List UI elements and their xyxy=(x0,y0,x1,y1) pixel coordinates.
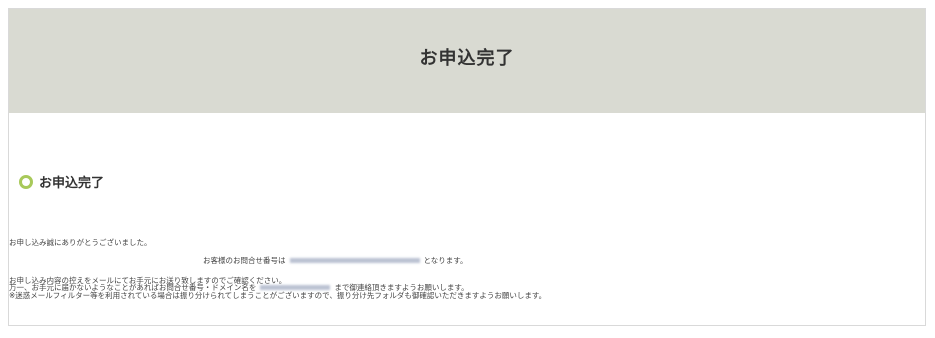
reference-suffix: となります。 xyxy=(423,256,468,265)
spam-filter-note: ※迷惑メールフィルター等を利用されている場合は振り分けられてしまうことがございま… xyxy=(9,291,547,300)
section-title: お申込完了 xyxy=(39,176,105,191)
redacted-reference-number xyxy=(289,258,420,263)
page-banner: お申込完了 xyxy=(9,9,925,113)
circle-bullet-icon xyxy=(19,174,33,189)
thanks-message: お申し込み誠にありがとうございました。 xyxy=(9,238,152,247)
reference-prefix: お客様のお問合せ番号は xyxy=(203,256,286,265)
reference-number-line: お客様のお問合せ番号は となります。 xyxy=(203,256,468,265)
page-title: お申込完了 xyxy=(419,48,515,69)
section-heading: お申込完了 xyxy=(19,172,104,191)
content-frame: お申込完了 お申込完了 お申し込み誠にありがとうございました。 お客様のお問合せ… xyxy=(8,8,926,326)
redacted-email-address xyxy=(260,285,331,290)
